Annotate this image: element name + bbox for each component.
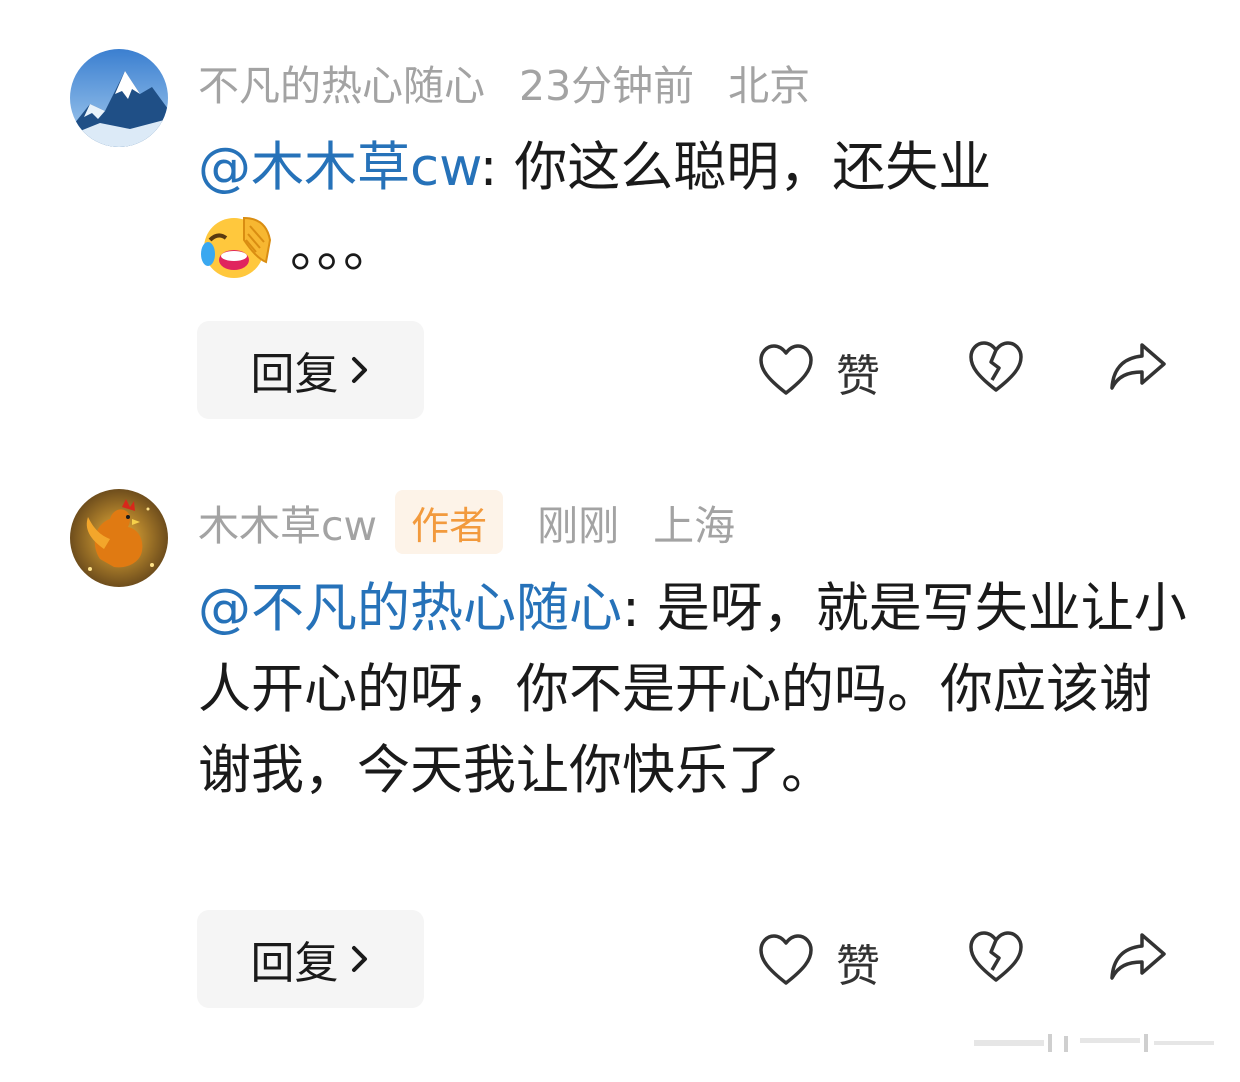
comment-item: 木木草cw 作者 刚刚 上海 @不凡的热心随心: 是呀，就是写失业让小人开心的呀… (0, 440, 1240, 1040)
comment-text-content: : 你这么聪明，还失业 (479, 137, 992, 198)
reply-label: 回复 (250, 349, 339, 400)
dislike-button[interactable] (968, 930, 1024, 988)
location: 上海 (653, 502, 736, 550)
rooster-avatar-icon (70, 489, 168, 587)
reply-button[interactable]: 回复 (197, 321, 424, 419)
like-label: 赞 (836, 941, 880, 992)
mention-link[interactable]: @木木草cw (198, 137, 480, 198)
dislike-button[interactable] (968, 340, 1024, 398)
like-button[interactable]: 赞 (758, 340, 880, 404)
share-arrow-icon (1108, 340, 1168, 398)
comment-text: @木木草cw: 你这么聪明，还失业 。。。 (198, 127, 1188, 303)
mention-link[interactable]: @不凡的热心随心 (198, 578, 622, 639)
comment-item: 不凡的热心随心 23分钟前 北京 @木木草cw: 你这么聪明，还失业 。。。 回… (0, 0, 1240, 440)
heart-icon (758, 343, 814, 401)
comment-meta: 不凡的热心随心 23分钟前 北京 (198, 52, 810, 112)
author-badge: 作者 (395, 490, 504, 554)
username[interactable]: 不凡的热心随心 (198, 52, 485, 112)
timestamp: 刚刚 (537, 502, 620, 550)
comment-text: @不凡的热心随心: 是呀，就是写失业让小人开心的呀，你不是开心的吗。你应该谢谢我… (198, 568, 1188, 811)
comment-meta: 木木草cw 作者 刚刚 上海 (198, 490, 736, 554)
broken-heart-icon (968, 340, 1024, 398)
reply-label: 回复 (250, 938, 339, 989)
reply-button[interactable]: 回复 (197, 910, 424, 1008)
location: 北京 (728, 62, 811, 110)
like-label: 赞 (836, 351, 880, 402)
share-button[interactable] (1108, 930, 1168, 988)
heart-icon (758, 933, 814, 991)
avatar[interactable] (70, 49, 168, 147)
comment-text-tail: 。。。 (290, 218, 396, 279)
chevron-right-icon (349, 345, 371, 396)
chevron-right-icon (349, 934, 371, 985)
username[interactable]: 木木草cw (198, 492, 377, 552)
mountain-avatar-icon (70, 49, 168, 147)
watermark-icon (974, 1032, 1214, 1054)
timestamp: 23分钟前 (519, 62, 695, 110)
avatar[interactable] (70, 489, 168, 587)
like-button[interactable]: 赞 (758, 930, 880, 994)
share-button[interactable] (1108, 340, 1168, 398)
broken-heart-icon (968, 930, 1024, 988)
share-arrow-icon (1108, 930, 1168, 988)
laughing-facepalm-icon (198, 210, 284, 303)
